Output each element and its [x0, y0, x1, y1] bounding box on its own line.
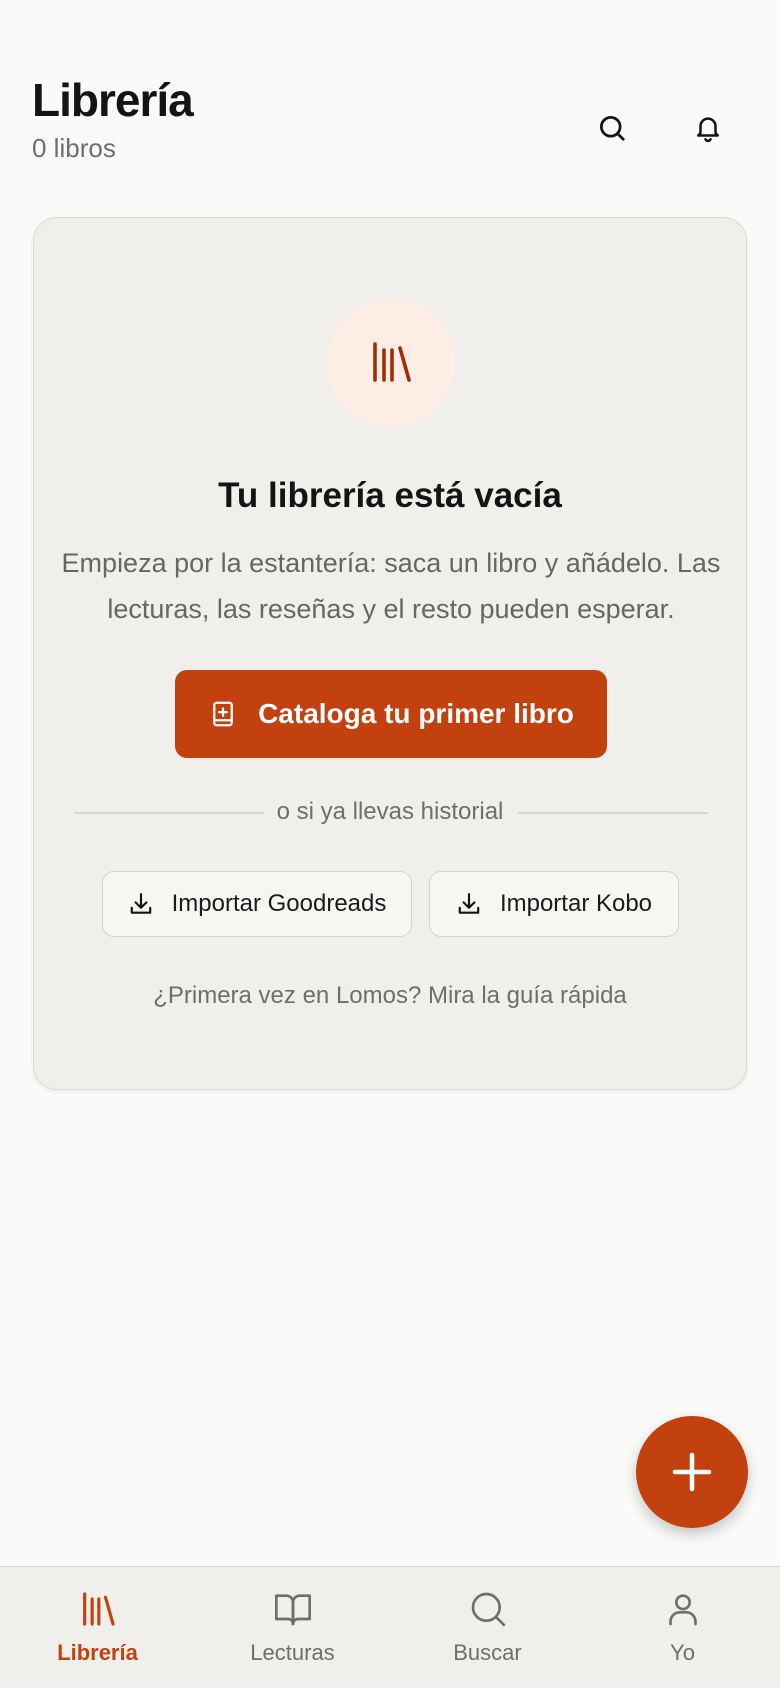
search-button[interactable]	[584, 100, 640, 156]
import-goodreads-label: Importar Goodreads	[171, 890, 387, 917]
plus-icon	[670, 1450, 714, 1494]
empty-library-card: Tu librería está vacía Empieza por la es…	[33, 217, 747, 1090]
nav-item-libreria[interactable]: Librería	[0, 1567, 195, 1688]
add-book-icon	[208, 699, 238, 729]
empty-state-title: Tu librería está vacía	[218, 476, 562, 515]
nav-label: Librería	[57, 1640, 138, 1665]
empty-illustration	[327, 298, 455, 426]
catalog-first-book-button[interactable]: Cataloga tu primer libro	[175, 670, 607, 758]
nav-label: Buscar	[453, 1640, 522, 1665]
add-book-fab[interactable]	[636, 1416, 748, 1528]
quick-guide-link[interactable]: ¿Primera vez en Lomos? Mira la guía rápi…	[34, 980, 746, 1012]
page-title: Librería	[32, 74, 194, 126]
library-icon	[367, 338, 415, 386]
search-icon	[597, 113, 627, 143]
empty-state-description: Empieza por la estantería: saca un libro…	[61, 548, 721, 624]
library-icon	[78, 1589, 118, 1629]
bell-icon	[693, 113, 723, 143]
nav-label: Yo	[670, 1640, 695, 1665]
import-kobo-label: Importar Kobo	[499, 890, 653, 917]
open-book-icon	[273, 1589, 313, 1629]
book-count: 0 libros	[32, 133, 116, 163]
bottom-nav: Librería Lecturas Buscar Yo	[0, 1566, 780, 1688]
nav-item-yo[interactable]: Yo	[585, 1567, 780, 1688]
nav-item-lecturas[interactable]: Lecturas	[195, 1567, 390, 1688]
import-goodreads-button[interactable]: Importar Goodreads	[102, 871, 412, 937]
download-icon	[456, 891, 482, 917]
user-icon	[663, 1589, 703, 1629]
search-icon	[468, 1589, 508, 1629]
catalog-first-book-label: Cataloga tu primer libro	[258, 698, 574, 729]
import-kobo-button[interactable]: Importar Kobo	[429, 871, 679, 937]
download-icon	[128, 891, 154, 917]
notifications-button[interactable]	[680, 100, 736, 156]
nav-label: Lecturas	[250, 1640, 335, 1665]
nav-item-buscar[interactable]: Buscar	[390, 1567, 585, 1688]
header: Librería 0 libros	[0, 0, 780, 200]
divider-line-right	[518, 812, 708, 814]
